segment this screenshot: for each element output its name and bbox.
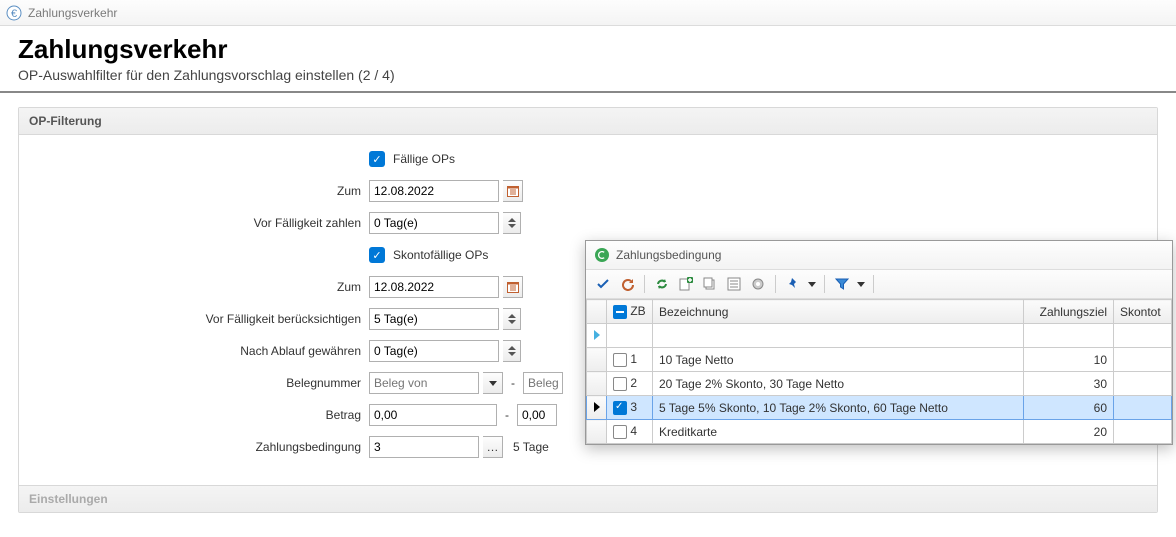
popup-title: Zahlungsbedingung [616, 248, 721, 262]
zum2-input[interactable] [369, 276, 499, 298]
confirm-icon[interactable] [592, 273, 614, 295]
table-row[interactable]: 2 20 Tage 2% Skonto, 30 Tage Netto 30 [587, 372, 1172, 396]
filter-row[interactable] [587, 324, 1172, 348]
pin-dropdown[interactable] [806, 273, 818, 295]
skonto-ops-checkbox[interactable]: ✓ [369, 247, 385, 263]
row-cursor-icon [594, 330, 600, 340]
page-subtitle: OP-Auswahlfilter für den Zahlungsvorschl… [18, 67, 1158, 83]
page-title: Zahlungsverkehr [18, 34, 1158, 65]
beleg-from-input[interactable] [369, 372, 479, 394]
vor-beruck-spinner[interactable] [503, 308, 521, 330]
zb-description: 5 Tage [513, 440, 549, 454]
row-cursor-icon [594, 402, 600, 412]
faellige-ops-label: Fällige OPs [393, 152, 455, 166]
table-row[interactable]: 4 Kreditkarte 20 [587, 420, 1172, 444]
table-row[interactable]: 3 5 Tage 5% Skonto, 10 Tage 2% Skonto, 6… [587, 396, 1172, 420]
app-icon: € [6, 5, 22, 21]
popup-toolbar [586, 269, 1172, 299]
zum2-datepicker-button[interactable] [503, 276, 523, 298]
vor-beruck-input[interactable] [369, 308, 499, 330]
row-checkbox[interactable] [613, 401, 627, 415]
window-title: Zahlungsverkehr [28, 6, 117, 20]
col-skontotage[interactable]: Skontot [1114, 300, 1172, 324]
popup-icon [594, 247, 610, 263]
list-icon[interactable] [723, 273, 745, 295]
zum1-datepicker-button[interactable] [503, 180, 523, 202]
copy-icon[interactable] [699, 273, 721, 295]
zb-grid[interactable]: ZB Bezeichnung Zahlungsziel Skontot 1 10… [586, 299, 1172, 444]
window-titlebar: € Zahlungsverkehr [0, 0, 1176, 26]
beleg-to-input[interactable] [523, 372, 563, 394]
betrag-to-input[interactable] [517, 404, 557, 426]
beleg-label: Belegnummer [19, 376, 369, 390]
vor-faelligkeit-spinner[interactable] [503, 212, 521, 234]
vor-faelligkeit-input[interactable] [369, 212, 499, 234]
filter-panel-header: OP-Filterung [19, 108, 1157, 135]
zb-label: Zahlungsbedingung [19, 440, 369, 454]
col-zahlungsziel[interactable]: Zahlungsziel [1024, 300, 1114, 324]
zb-lookup-popup: Zahlungsbedingung ZB Bezeichnung Zahlung… [585, 240, 1173, 445]
zb-input[interactable] [369, 436, 479, 458]
filter-icon[interactable] [831, 273, 853, 295]
pin-icon[interactable] [782, 273, 804, 295]
table-row[interactable]: 1 10 Tage Netto 10 [587, 348, 1172, 372]
vor-faelligkeit-label: Vor Fälligkeit zahlen [19, 216, 369, 230]
zb-lookup-button[interactable]: … [483, 436, 503, 458]
row-checkbox[interactable] [613, 377, 627, 391]
betrag-from-input[interactable] [369, 404, 497, 426]
skonto-ops-label: Skontofällige OPs [393, 248, 488, 262]
nach-ablauf-label: Nach Ablauf gewähren [19, 344, 369, 358]
zum1-input[interactable] [369, 180, 499, 202]
filter-dropdown[interactable] [855, 273, 867, 295]
refresh-icon[interactable] [651, 273, 673, 295]
undo-icon[interactable] [616, 273, 638, 295]
vor-beruck-label: Vor Fälligkeit berücksichtigen [19, 312, 369, 326]
nach-ablauf-input[interactable] [369, 340, 499, 362]
beleg-from-dropdown[interactable] [483, 372, 503, 394]
add-record-icon[interactable] [675, 273, 697, 295]
col-zb[interactable]: ZB [630, 304, 645, 318]
nach-ablauf-spinner[interactable] [503, 340, 521, 362]
row-checkbox[interactable] [613, 425, 627, 439]
svg-text:€: € [11, 8, 17, 20]
range-separator: - [511, 376, 515, 390]
betrag-label: Betrag [19, 408, 369, 422]
row-checkbox[interactable] [613, 353, 627, 367]
faellige-ops-checkbox[interactable]: ✓ [369, 151, 385, 167]
settings-panel-header: Einstellungen [19, 485, 1157, 512]
range-separator: - [505, 408, 509, 422]
col-bezeichnung[interactable]: Bezeichnung [653, 300, 1024, 324]
zum1-label: Zum [19, 184, 369, 198]
settings-icon[interactable] [747, 273, 769, 295]
zum2-label: Zum [19, 280, 369, 294]
